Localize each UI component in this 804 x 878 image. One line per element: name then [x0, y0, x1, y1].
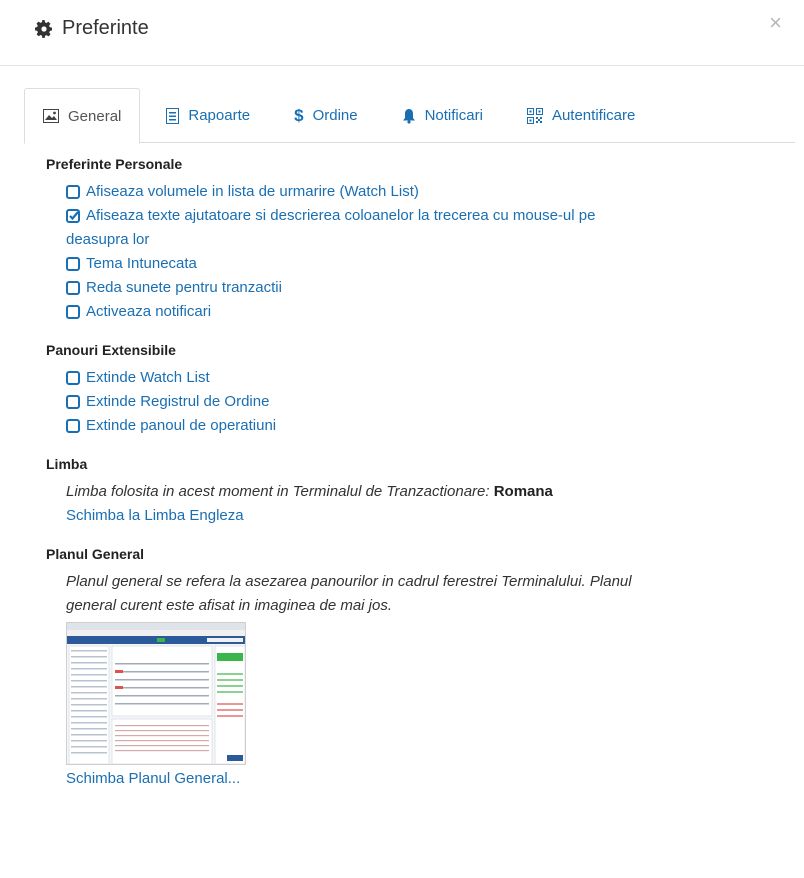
checkbox-unchecked-icon	[66, 185, 80, 199]
option-tooltips[interactable]: Afiseaza texte ajutatoare si descrierea …	[66, 204, 786, 252]
tab-notificari[interactable]: Notificari	[384, 88, 501, 143]
section-title-layout: Planul General	[46, 546, 145, 562]
option-label: Extinde Registrul de Ordine	[86, 393, 270, 410]
option-notifications[interactable]: Activeaza notificari	[66, 300, 786, 324]
layout-text-line2: general curent este afisat in imaginea d…	[66, 597, 393, 614]
section-title-language: Limba	[46, 456, 88, 472]
list-icon	[166, 107, 180, 124]
option-label: Afiseaza texte ajutatoare si descrierea …	[86, 207, 596, 224]
layout-preview-graphic	[67, 623, 245, 764]
option-label: Extinde panoul de operatiuni	[86, 417, 277, 434]
option-label: Activeaza notificari	[86, 303, 212, 320]
option-trade-sounds[interactable]: Reda sunete pentru tranzactii	[66, 276, 786, 300]
option-label: Extinde Watch List	[86, 369, 210, 386]
option-label: Afiseaza volumele in lista de urmarire (…	[86, 183, 419, 200]
language-line: Limba folosita in acest moment in Termin…	[66, 480, 786, 504]
close-button[interactable]: ×	[769, 12, 782, 34]
tab-label: Ordine	[312, 107, 358, 124]
dialog-title: Preferinte	[34, 17, 149, 40]
tab-rapoarte[interactable]: Rapoarte	[148, 88, 268, 143]
tab-ordine[interactable]: $ Ordine	[276, 88, 376, 143]
tab-label: Rapoarte	[188, 107, 251, 124]
checkbox-unchecked-icon	[66, 395, 80, 409]
checkbox-checked-icon	[66, 209, 80, 223]
checkbox-unchecked-icon	[66, 419, 80, 433]
layout-preview-image	[66, 622, 246, 765]
tab-bar: General Rapoarte $ Ordine Notificari Aut…	[24, 88, 795, 144]
option-extend-order-book[interactable]: Extinde Registrul de Ordine	[66, 390, 786, 414]
tab-label: Notificari	[424, 107, 483, 124]
tab-label: Autentificare	[551, 107, 636, 124]
section-title-panels: Panouri Extensibile	[46, 342, 176, 358]
dollar-icon: $	[294, 105, 304, 125]
dialog-header: Preferinte ×	[0, 0, 804, 66]
tab-content-general: Preferinte Personale Afiseaza volumele i…	[46, 156, 786, 791]
option-label-cont: deasupra lor	[66, 231, 150, 248]
qrcode-icon	[526, 107, 543, 124]
switch-language-link[interactable]: Schimba la Limba Engleza	[66, 504, 786, 528]
option-extend-operations[interactable]: Extinde panoul de operatiuni	[66, 414, 786, 438]
language-text: Limba folosita in acest moment in Termin…	[66, 483, 490, 500]
panel-options: Extinde Watch List Extinde Registrul de …	[66, 366, 786, 438]
checkbox-unchecked-icon	[66, 281, 80, 295]
tab-general[interactable]: General	[24, 88, 141, 144]
tab-label: General	[68, 107, 122, 125]
checkbox-unchecked-icon	[66, 305, 80, 319]
option-extend-watchlist[interactable]: Extinde Watch List	[66, 366, 786, 390]
checkbox-unchecked-icon	[66, 371, 80, 385]
layout-text-line1: Planul general se refera la asezarea pan…	[66, 573, 632, 590]
language-current: Romana	[493, 483, 553, 500]
option-label: Tema Intunecata	[86, 255, 197, 272]
change-layout-link[interactable]: Schimba Planul General...	[66, 767, 786, 791]
layout-block: Planul general se refera la asezarea pan…	[66, 570, 786, 791]
gear-icon	[35, 19, 52, 38]
checkbox-unchecked-icon	[66, 257, 80, 271]
personal-options: Afiseaza volumele in lista de urmarire (…	[66, 180, 786, 324]
option-watchlist-volumes[interactable]: Afiseaza volumele in lista de urmarire (…	[66, 180, 786, 204]
bell-icon	[402, 108, 416, 124]
section-title-personal: Preferinte Personale	[46, 156, 183, 172]
language-block: Limba folosita in acest moment in Termin…	[66, 480, 786, 528]
option-dark-theme[interactable]: Tema Intunecata	[66, 252, 786, 276]
dialog-title-text: Preferinte	[62, 17, 149, 39]
tab-autentificare[interactable]: Autentificare	[509, 88, 653, 143]
picture-icon	[43, 109, 59, 123]
option-label: Reda sunete pentru tranzactii	[86, 279, 282, 296]
